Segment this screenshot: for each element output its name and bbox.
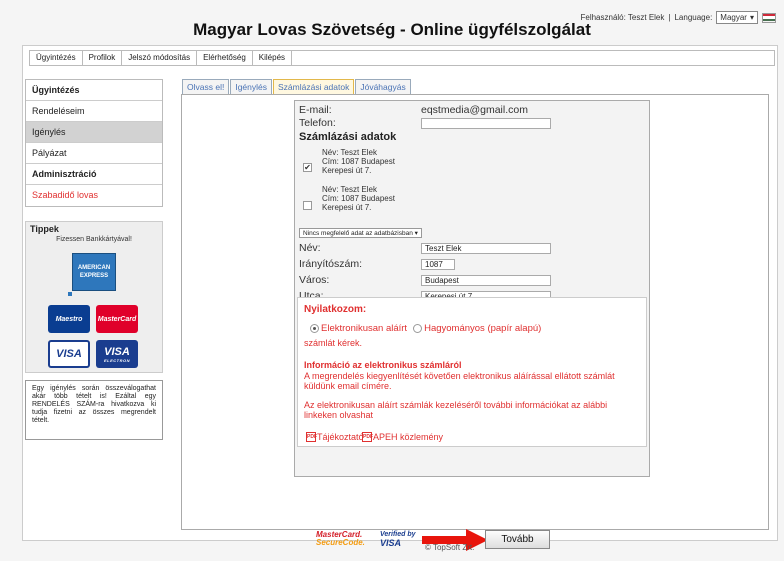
sidebar-item-rendeleseim[interactable]: Rendeléseim — [26, 101, 162, 122]
zip-label: Irányítószám: — [299, 258, 363, 270]
content-panel: E-mail: eqstmedia@gmail.com Telefon: Szá… — [181, 94, 769, 551]
address-checkbox-2[interactable] — [303, 201, 312, 210]
sidebar-section-adminisztracio: Adminisztráció — [26, 164, 162, 185]
sidebar-menu: Ügyintézés Rendeléseim Igénylés Pályázat… — [25, 79, 163, 207]
tips-box: Tippek Fizessen Bankkártyával! AMERICAN … — [25, 221, 163, 373]
visa-card-icon: VISA — [48, 340, 90, 368]
tab-szamlazasi-adatok[interactable]: Számlázási adatok — [273, 79, 355, 94]
tab-olvass-el[interactable]: Olvass el! — [182, 79, 230, 94]
next-button[interactable]: Tovább — [485, 530, 550, 549]
tips-note: Egy igénylés során összeválogathat akár … — [25, 380, 163, 440]
email-label: E-mail: — [299, 104, 332, 116]
sidebar: Ügyintézés Rendeléseim Igénylés Pályázat… — [25, 79, 163, 440]
tips-title: Tippek — [30, 224, 59, 234]
tips-subtitle: Fizessen Bankkártyával! — [56, 236, 132, 243]
verified-by-visa-logo: Verified by VISA — [380, 531, 416, 548]
nav-elerhetoseg[interactable]: Elérhetőség — [197, 51, 253, 65]
link-tajekoztato[interactable]: PDF Tájékoztató — [306, 432, 364, 442]
pdf-icon: PDF — [362, 432, 373, 442]
maestro-card-icon: Maestro — [48, 305, 90, 333]
info-text: A megrendelés kiegyenlítését követően el… — [304, 371, 615, 391]
radio-electronic-label: Elektronikusan aláírt — [321, 323, 408, 334]
declaration-box: Nyilatkozom: Elektronikusan aláírt Hagyo… — [297, 297, 647, 447]
sidebar-item-palyazat[interactable]: Pályázat — [26, 143, 162, 164]
info-title: Információ az elektronikus számláról — [304, 360, 462, 370]
no-data-select[interactable]: Nincs megfelelő adat az adatbázisban ▾ — [299, 228, 422, 238]
nav-ugyintezes[interactable]: Ügyintézés — [30, 51, 83, 65]
pdf-icon: PDF — [306, 432, 317, 442]
city-input[interactable]: Budapest — [421, 275, 551, 286]
phone-label: Telefon: — [299, 117, 336, 129]
zip-input[interactable]: 1087 — [421, 259, 455, 270]
main-frame: Ügyintézés Profilok Jelszó módosítás Elé… — [22, 45, 778, 551]
nav-jelszo-modositas[interactable]: Jelszó módosítás — [122, 51, 198, 65]
info-text-2: Az elektronikusan aláírt számlák kezelés… — [304, 400, 608, 420]
address-option-1: Név: Teszt Elek Cím: 1087 Budapest Kerep… — [322, 148, 395, 175]
sidebar-item-szabadido-lovas[interactable]: Szabadidő lovas — [26, 185, 162, 206]
link-apeh-kozlemeny[interactable]: PDF APEH közlemény — [362, 432, 443, 442]
tab-bar: Olvass el! Igénylés Számlázási adatok Jó… — [182, 79, 412, 94]
nav-kilepes[interactable]: Kilépés — [253, 51, 293, 65]
name-input[interactable]: Teszt Elek — [421, 243, 551, 254]
tab-igenyles[interactable]: Igénylés — [230, 79, 272, 94]
nav-profilok[interactable]: Profilok — [83, 51, 123, 65]
tab-jovahagyas[interactable]: Jóváhagyás — [355, 79, 411, 94]
copyright-text: © TopSoft Zrt. — [425, 543, 475, 552]
name-label: Név: — [299, 242, 321, 254]
address-checkbox-1[interactable]: ✔ — [303, 163, 312, 172]
amex-card-icon: AMERICAN EXPRESS — [72, 253, 116, 291]
top-header: Felhasználó: Teszt Elek | Language: Magy… — [0, 0, 784, 48]
sidebar-item-igenyles[interactable]: Igénylés — [26, 122, 162, 143]
email-value: eqstmedia@gmail.com — [421, 104, 528, 116]
phone-input[interactable] — [421, 118, 551, 129]
radio-paper[interactable] — [413, 324, 423, 333]
chevron-down-icon: ▾ — [414, 230, 418, 237]
city-label: Város: — [299, 274, 330, 286]
billing-form: E-mail: eqstmedia@gmail.com Telefon: Szá… — [294, 100, 650, 477]
address-option-2: Név: Teszt Elek Cím: 1087 Budapest Kerep… — [322, 185, 395, 212]
invoice-type-radio-group: Elektronikusan aláírt Hagyományos (papír… — [310, 323, 541, 334]
declaration-tail: számlát kérek. — [304, 338, 363, 348]
radio-paper-label: Hagyományos (papír alapú) — [424, 323, 542, 334]
radio-electronic[interactable] — [310, 324, 319, 333]
sidebar-section-ugyintezes: Ügyintézés — [26, 80, 162, 101]
page-title: Magyar Lovas Szövetség - Online ügyfélsz… — [193, 20, 591, 39]
mastercard-card-icon: MasterCard — [96, 305, 138, 333]
billing-section-title: Számlázási adatok — [299, 131, 397, 143]
mastercard-securecode-logo: MasterCard. SecureCode. — [316, 530, 365, 547]
visa-electron-card-icon: VISA ELECTRON — [96, 340, 138, 368]
declaration-title: Nyilatkozom: — [304, 304, 367, 315]
top-navigation: Ügyintézés Profilok Jelszó módosítás Elé… — [29, 50, 775, 66]
